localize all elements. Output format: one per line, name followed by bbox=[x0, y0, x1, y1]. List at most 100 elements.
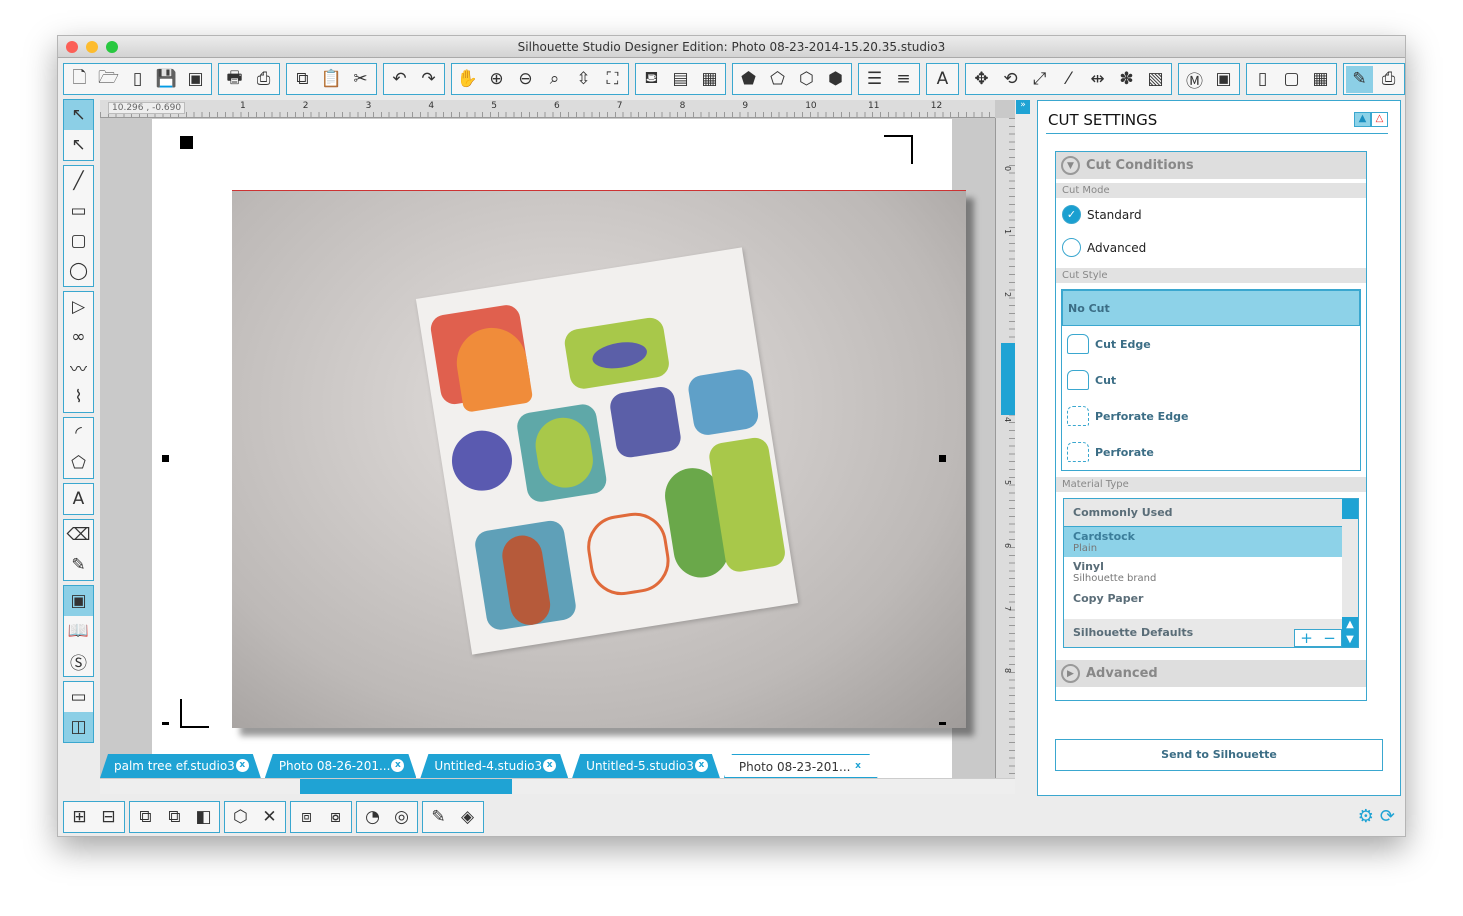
zoom-window-button[interactable] bbox=[106, 41, 118, 53]
grid-icon[interactable]: ▦ bbox=[1307, 66, 1334, 93]
bring-forward-icon[interactable]: ◧ bbox=[190, 804, 217, 831]
material-vinyl[interactable]: Vinyl Silhouette brand bbox=[1064, 557, 1358, 587]
document-tab[interactable]: Untitled-4.studio3 x bbox=[420, 754, 568, 778]
store-icon[interactable]: Ⓢ bbox=[64, 646, 93, 676]
regular-polygon-icon[interactable]: ⬠ bbox=[64, 448, 93, 478]
knife-tool-icon[interactable]: ✎ bbox=[64, 550, 93, 580]
knife-icon[interactable]: ▧ bbox=[1142, 66, 1169, 93]
undo-icon[interactable]: ↶ bbox=[386, 66, 413, 93]
send-icon[interactable]: ⎙ bbox=[1375, 66, 1402, 93]
redo-icon[interactable]: ↷ bbox=[415, 66, 442, 93]
print-cut-icon[interactable]: ⎙ bbox=[250, 66, 277, 93]
cut-style-perforate-edge[interactable]: Perforate Edge bbox=[1062, 398, 1360, 434]
material-cardstock[interactable]: Cardstock Plain bbox=[1064, 527, 1342, 557]
horizontal-scroll-thumb[interactable] bbox=[300, 779, 512, 794]
open-sd-icon[interactable]: ▯ bbox=[124, 66, 151, 93]
selection-handle[interactable] bbox=[162, 722, 169, 725]
design-store-icon[interactable]: ▣ bbox=[1210, 66, 1237, 93]
bring-front-icon[interactable]: ⧉ bbox=[132, 804, 159, 831]
remove-material-button[interactable]: − bbox=[1323, 630, 1336, 646]
add-material-button[interactable]: + bbox=[1300, 630, 1313, 646]
tab-close-icon[interactable]: x bbox=[695, 759, 708, 772]
radio-advanced[interactable]: Advanced bbox=[1056, 231, 1366, 264]
transform-icon[interactable]: ⬢ bbox=[822, 66, 849, 93]
trace-icon[interactable]: ✽ bbox=[1113, 66, 1140, 93]
cut-conditions-header[interactable]: ▼ Cut Conditions bbox=[1056, 152, 1366, 179]
text-style-icon[interactable]: A bbox=[929, 66, 956, 93]
material-group-header[interactable]: Commonly Used bbox=[1064, 499, 1342, 527]
tab-close-icon[interactable]: x bbox=[852, 760, 865, 773]
tab-close-icon[interactable]: x bbox=[543, 759, 556, 772]
group-icon[interactable]: ⊞ bbox=[66, 804, 93, 831]
horizontal-scrollbar[interactable] bbox=[100, 778, 1015, 794]
modify-icon[interactable]: ⁄ bbox=[1055, 66, 1082, 93]
scroll-up-icon[interactable]: ▲ bbox=[1342, 617, 1358, 632]
zoom-out-icon[interactable]: ⊖ bbox=[512, 66, 539, 93]
zoom-in-icon[interactable]: ⊕ bbox=[483, 66, 510, 93]
cut-view-icon[interactable]: ▭ bbox=[64, 682, 93, 712]
line-tool-icon[interactable]: ╱ bbox=[64, 166, 93, 196]
copy-icon[interactable]: ⧉ bbox=[289, 66, 316, 93]
subtract-icon[interactable]: ⧇ bbox=[322, 804, 349, 831]
minimize-window-button[interactable] bbox=[86, 41, 98, 53]
point-edit-arrow-icon[interactable]: ↖ bbox=[64, 130, 93, 160]
send-back-icon[interactable]: ⧉ bbox=[161, 804, 188, 831]
refresh-icon[interactable]: ⟳ bbox=[1380, 806, 1395, 827]
release-compound-icon[interactable]: ✕ bbox=[256, 804, 283, 831]
cut-settings-bottom-icon[interactable]: ◈ bbox=[454, 804, 481, 831]
warning-mode-icon[interactable]: △ bbox=[1371, 112, 1388, 127]
drag-zoom-icon[interactable]: ⇳ bbox=[570, 66, 597, 93]
scroll-down-icon[interactable]: ▼ bbox=[1342, 632, 1358, 647]
polygon-tool-icon[interactable]: ▷ bbox=[64, 292, 93, 322]
selection-handle[interactable] bbox=[939, 455, 946, 462]
replicate-icon[interactable]: ✥ bbox=[968, 66, 995, 93]
rotate-icon[interactable]: ⟲ bbox=[997, 66, 1024, 93]
design-canvas[interactable]: 10.296 , -0.690 123456789101112 01234567… bbox=[100, 100, 1015, 780]
registration-icon[interactable]: ▢ bbox=[1278, 66, 1305, 93]
selection-handle[interactable] bbox=[939, 722, 946, 725]
ungroup-icon[interactable]: ⊟ bbox=[95, 804, 122, 831]
advanced-header[interactable]: ▶ Advanced bbox=[1056, 660, 1366, 687]
tab-close-icon[interactable]: x bbox=[391, 759, 404, 772]
document-tab[interactable]: palm tree ef.studio3 x bbox=[100, 754, 261, 778]
offset-icon[interactable]: ≡ bbox=[890, 66, 917, 93]
text-tool-icon[interactable]: A bbox=[64, 484, 93, 514]
make-compound-icon[interactable]: ⬡ bbox=[227, 804, 254, 831]
arc-tool-icon[interactable]: ◜ bbox=[64, 418, 93, 448]
split-view-icon[interactable]: ◫ bbox=[64, 712, 93, 742]
pan-hand-icon[interactable]: ✋ bbox=[454, 66, 481, 93]
line-style-icon[interactable]: ⬠ bbox=[764, 66, 791, 93]
ellipse-tool-icon[interactable]: ◯ bbox=[64, 256, 93, 286]
smooth-freehand-icon[interactable]: ⌇ bbox=[64, 382, 93, 412]
expand-panel-button[interactable]: » bbox=[1016, 100, 1030, 114]
rectangle-tool-icon[interactable]: ▭ bbox=[64, 196, 93, 226]
align-icon[interactable]: ☰ bbox=[861, 66, 888, 93]
move-icon[interactable]: ⇹ bbox=[1084, 66, 1111, 93]
scale-icon[interactable]: ⤢ bbox=[1026, 66, 1053, 93]
open-folder-icon[interactable]: 🗁 bbox=[95, 66, 122, 93]
paste-icon[interactable]: 📋 bbox=[318, 66, 345, 93]
close-window-button[interactable] bbox=[66, 41, 78, 53]
fill-color-icon[interactable]: ⛾ bbox=[638, 66, 665, 93]
weld-icon[interactable]: ⧈ bbox=[293, 804, 320, 831]
line-color-icon[interactable]: ⬟ bbox=[735, 66, 762, 93]
save-icon[interactable]: 💾 bbox=[153, 66, 180, 93]
tab-close-icon[interactable]: x bbox=[236, 759, 249, 772]
gear-icon[interactable]: ⚙ bbox=[1358, 806, 1374, 827]
point-edit-icon[interactable]: ⬡ bbox=[793, 66, 820, 93]
cut-scissors-icon[interactable]: ✂ bbox=[347, 66, 374, 93]
rounded-rect-tool-icon[interactable]: ▢ bbox=[64, 226, 93, 256]
cut-settings-icon[interactable]: ✎ bbox=[1346, 65, 1373, 93]
eraser-tool-icon[interactable]: ⌫ bbox=[64, 520, 93, 550]
vertical-scroll-thumb[interactable] bbox=[1001, 343, 1015, 415]
document-tab[interactable]: Photo 08-26-201... x bbox=[265, 754, 417, 778]
library-view-icon[interactable]: 📖 bbox=[64, 616, 93, 646]
cut-style-cut-edge[interactable]: Cut Edge bbox=[1062, 326, 1360, 362]
new-document-icon[interactable]: 🗋 bbox=[66, 66, 93, 93]
send-to-silhouette-button[interactable]: Send to Silhouette bbox=[1055, 739, 1383, 771]
material-copy-paper[interactable]: Copy Paper bbox=[1064, 587, 1358, 613]
fill-gradient-icon[interactable]: ▤ bbox=[667, 66, 694, 93]
document-tab[interactable]: Photo 08-23-201... x bbox=[724, 754, 878, 778]
cut-style-no-cut[interactable]: No Cut bbox=[1062, 290, 1360, 326]
zoom-select-icon[interactable]: ⌕ bbox=[541, 66, 568, 93]
